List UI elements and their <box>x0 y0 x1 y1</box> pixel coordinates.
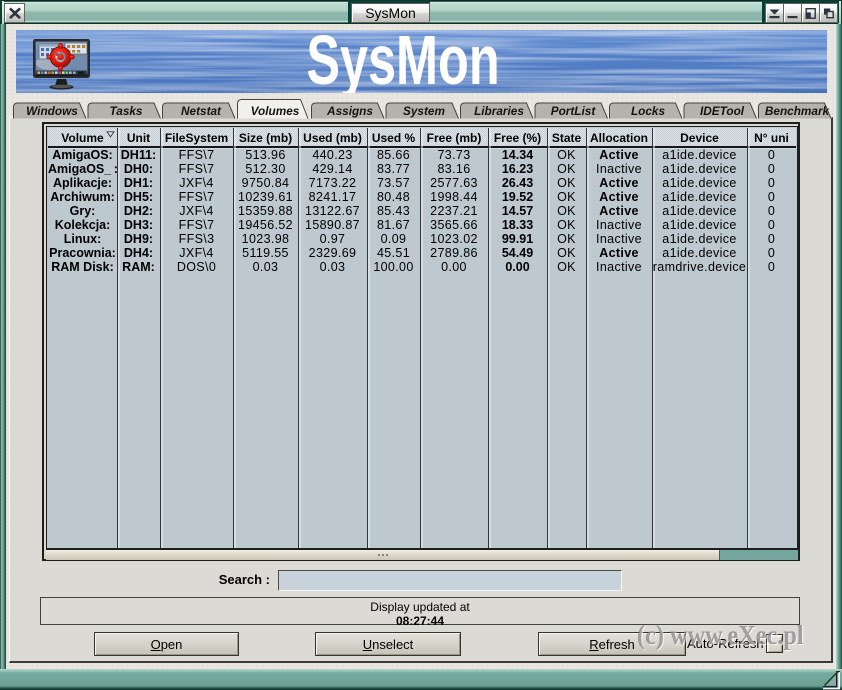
svg-text:Volumes: Volumes <box>251 104 300 118</box>
svg-text:IDETool: IDETool <box>700 104 745 118</box>
svg-text:Tasks: Tasks <box>109 104 142 118</box>
svg-text:System: System <box>403 104 445 118</box>
svg-text:Libraries: Libraries <box>474 104 524 118</box>
svg-text:Windows: Windows <box>26 104 78 118</box>
svg-text:Benchmark: Benchmark <box>765 104 831 118</box>
svg-text:Locks: Locks <box>631 104 666 118</box>
svg-text:Assigns: Assigns <box>326 104 373 118</box>
svg-text:Netstat: Netstat <box>181 104 222 118</box>
svg-text:PortList: PortList <box>551 104 597 118</box>
